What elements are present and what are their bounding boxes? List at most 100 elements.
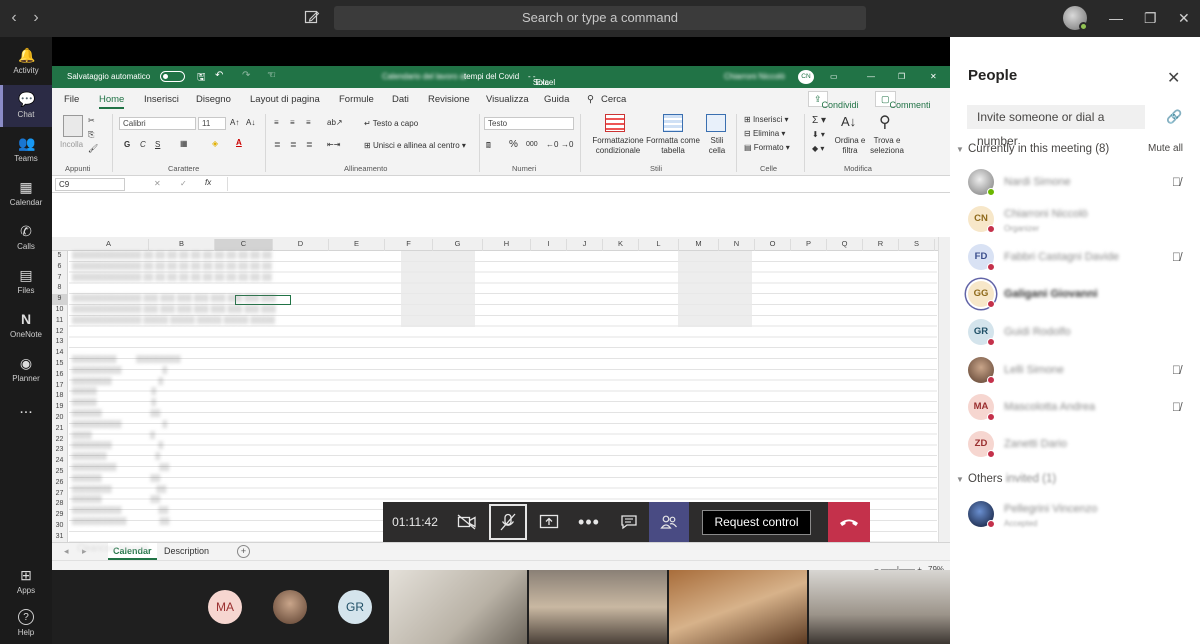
row-header[interactable]: 31 [52, 532, 67, 543]
participant-row[interactable]: MA Mascolotta Andrea 🎙̸ [964, 392, 1200, 424]
column-header[interactable]: N [719, 239, 755, 251]
column-header[interactable]: M [679, 239, 719, 251]
participants-button[interactable] [649, 502, 689, 542]
column-header[interactable]: B [149, 239, 215, 251]
tab-page-layout[interactable]: Layout di pagina [250, 94, 320, 105]
currency-icon[interactable]: 🖩 [486, 140, 491, 154]
more-actions-button[interactable]: ••• [569, 502, 609, 542]
column-header[interactable]: A [69, 239, 149, 251]
cancel-icon[interactable]: ✕ [154, 179, 161, 188]
increase-decimal-icon[interactable]: ←0 [546, 140, 558, 149]
video-tile[interactable] [389, 570, 527, 644]
merge-center-button[interactable]: ⊞ Unisci e allinea al centro ▾ [364, 141, 466, 150]
participant-row[interactable]: ZD Zanetti Dario [964, 429, 1200, 461]
tab-home[interactable]: Home [99, 94, 125, 109]
align-right-icon[interactable]: ≣ [306, 140, 313, 149]
participant-row[interactable]: FD Fabbri Castagni Davide 🎙̸ [964, 242, 1200, 274]
row-header[interactable]: 17 [52, 381, 67, 392]
share-button[interactable]: ⇪ Condividi [808, 91, 859, 110]
column-header[interactable]: J [567, 239, 603, 251]
invite-input[interactable]: Invite someone or dial a number [967, 105, 1145, 148]
row-header[interactable]: 19 [52, 402, 67, 413]
row-header[interactable]: 8 [52, 283, 67, 294]
row-header[interactable]: 18 [52, 391, 67, 402]
rail-item-chat[interactable]: 💬 Chat [0, 85, 52, 127]
column-header[interactable]: R [863, 239, 899, 251]
font-size-select[interactable]: 11 [198, 117, 226, 130]
align-left-icon[interactable]: ≣ [274, 140, 281, 149]
row-header[interactable]: 12 [52, 327, 67, 338]
column-header[interactable]: E [329, 239, 385, 251]
row-header[interactable]: 16 [52, 370, 67, 381]
participant-row[interactable]: Pellegrini Vincenzo Accepted [964, 499, 1200, 531]
rail-item-planner[interactable]: ◉ Planner [0, 349, 52, 391]
row-header[interactable]: 5 [52, 251, 67, 262]
format-table-label[interactable]: Formatta come tabella [643, 136, 703, 156]
insert-cells-button[interactable]: ⊞ Inserisci ▾ [744, 115, 789, 124]
row-header[interactable]: 28 [52, 499, 67, 510]
row-header[interactable]: 24 [52, 456, 67, 467]
chat-button[interactable] [609, 502, 649, 542]
column-header[interactable]: I [531, 239, 567, 251]
font-color-icon[interactable]: A [236, 138, 242, 147]
back-arrow-icon[interactable]: ‹ [4, 9, 24, 27]
search-label[interactable]: Cerca [601, 94, 626, 105]
close-icon[interactable]: ✕ [930, 72, 937, 81]
decrease-decimal-icon[interactable]: →0 [561, 140, 573, 149]
row-header[interactable]: 21 [52, 424, 67, 435]
redo-icon[interactable]: ↷ [242, 70, 250, 81]
undo-icon[interactable]: ↶ [215, 70, 223, 81]
row-header[interactable]: 13 [52, 337, 67, 348]
column-header[interactable]: O [755, 239, 791, 251]
rail-item-apps[interactable]: ⊞ Apps [0, 561, 52, 603]
function-icon[interactable]: fx [205, 178, 211, 187]
save-icon[interactable]: 🖫 [197, 70, 206, 87]
number-format-select[interactable]: Testo [484, 117, 574, 130]
font-select[interactable]: Calibri [119, 117, 196, 130]
column-header[interactable]: P [791, 239, 827, 251]
column-header[interactable]: S [899, 239, 935, 251]
row-header[interactable]: 27 [52, 489, 67, 500]
rail-item-calendar[interactable]: ▦ Calendar [0, 173, 52, 215]
hangup-button[interactable] [828, 502, 870, 542]
underline-button[interactable]: S [155, 140, 160, 149]
restore-icon[interactable]: ❐ [898, 72, 905, 81]
bold-button[interactable]: G [124, 140, 130, 149]
column-header[interactable]: K [603, 239, 639, 251]
rail-item-onenote[interactable]: N OneNote [0, 305, 52, 347]
tab-view[interactable]: Visualizza [486, 94, 529, 105]
row-header[interactable]: 15 [52, 359, 67, 370]
avatar[interactable] [273, 590, 307, 624]
orientation-icon[interactable]: ab↗ [327, 118, 343, 127]
autosum-icon[interactable]: Σ ▾ [812, 115, 826, 126]
conditional-format-icon[interactable] [605, 114, 625, 132]
comments-button[interactable]: ▢ Commenti [875, 91, 931, 110]
fill-color-icon[interactable]: ◈ [212, 139, 218, 148]
enter-icon[interactable]: ✓ [180, 179, 187, 188]
row-header[interactable]: 23 [52, 445, 67, 456]
video-tile[interactable] [529, 570, 667, 644]
column-header[interactable]: F [385, 239, 433, 251]
row-header[interactable]: 25 [52, 467, 67, 478]
tab-help[interactable]: Guida [544, 94, 569, 105]
sort-filter-label[interactable]: Ordina e filtra [830, 136, 870, 156]
account-avatar[interactable]: CN [798, 70, 814, 84]
row-header[interactable]: 20 [52, 413, 67, 424]
row-header[interactable]: 9 [52, 294, 67, 305]
row-header[interactable]: 10 [52, 305, 67, 316]
avatar[interactable]: MA [208, 590, 242, 624]
borders-icon[interactable]: ▦ [180, 139, 188, 148]
column-header[interactable]: C [215, 239, 273, 251]
italic-button[interactable]: C [140, 140, 146, 149]
grow-font-icon[interactable]: A↑ [230, 118, 239, 127]
video-tile[interactable] [809, 570, 950, 644]
video-tile[interactable] [669, 570, 807, 644]
tab-draw[interactable]: Disegno [196, 94, 231, 105]
column-header[interactable]: G [433, 239, 483, 251]
row-header[interactable]: 29 [52, 510, 67, 521]
column-header[interactable]: L [639, 239, 679, 251]
avatar[interactable]: GR [338, 590, 372, 624]
cut-icon[interactable]: ✂ [88, 116, 95, 125]
format-cells-button[interactable]: ▤ Formato ▾ [744, 143, 790, 152]
sheet-tab-description[interactable]: Description [164, 546, 209, 556]
